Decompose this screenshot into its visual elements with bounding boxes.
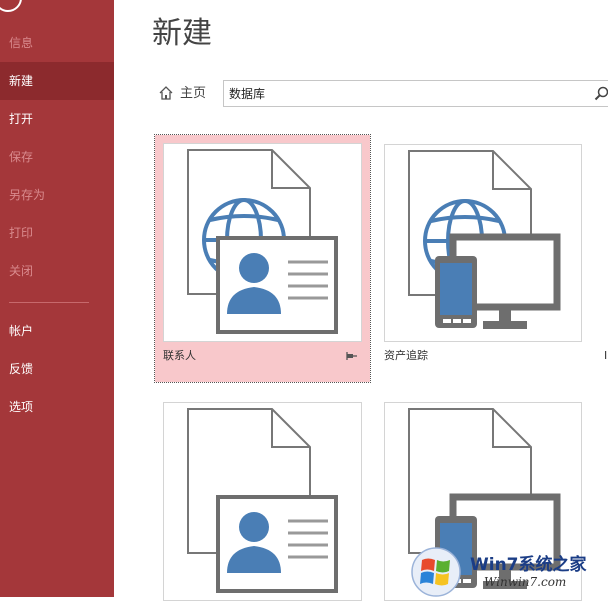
sidebar-item-new[interactable]: 新建 xyxy=(0,62,114,100)
template-tile-row2-1[interactable] xyxy=(155,394,370,601)
watermark-url: Winwin7.com xyxy=(484,575,567,589)
contacts-template-icon xyxy=(187,149,338,334)
pin-icon[interactable] xyxy=(346,351,358,361)
sidebar-item-save-as[interactable]: 另存为 xyxy=(0,176,114,214)
sidebar-item-feedback[interactable]: 反馈 xyxy=(0,350,114,388)
template-label: 资产追踪 xyxy=(384,349,428,362)
template-thumbnail xyxy=(163,143,362,342)
partial-template-label: I xyxy=(604,349,608,362)
page-title: 新建 xyxy=(152,16,212,51)
template-thumbnail xyxy=(384,144,582,342)
sidebar-item-account[interactable]: 帐户 xyxy=(0,312,114,350)
template-tile-contacts[interactable]: 联系人 xyxy=(154,134,371,383)
contacts-template-icon xyxy=(187,408,338,593)
sidebar-item-save[interactable]: 保存 xyxy=(0,138,114,176)
back-arrow-icon[interactable] xyxy=(0,0,22,12)
sidebar-item-print[interactable]: 打印 xyxy=(0,214,114,252)
backstage-sidebar: 信息 新建 打开 保存 另存为 打印 关闭 帐户 反馈 选项 xyxy=(0,0,114,597)
home-icon[interactable] xyxy=(158,85,174,101)
sidebar-item-open[interactable]: 打开 xyxy=(0,100,114,138)
watermark: Win7系统之家 Winwin7.com xyxy=(408,544,608,597)
sidebar-item-options[interactable]: 选项 xyxy=(0,388,114,426)
breadcrumb-home[interactable]: 主页 xyxy=(180,84,206,104)
asset-tracking-template-icon xyxy=(408,150,582,342)
search-icon[interactable] xyxy=(594,86,608,102)
template-search-box xyxy=(223,80,608,107)
template-label: 联系人 xyxy=(163,349,196,362)
watermark-title: Win7系统之家 xyxy=(470,555,587,575)
template-search-input[interactable] xyxy=(229,84,589,103)
sidebar-item-info[interactable]: 信息 xyxy=(0,24,114,62)
template-thumbnail xyxy=(163,402,362,601)
sidebar-item-close[interactable]: 关闭 xyxy=(0,252,114,290)
windows-logo-icon xyxy=(411,547,461,597)
template-tile-asset-tracking[interactable]: 资产追踪 xyxy=(376,135,591,382)
sidebar-divider xyxy=(9,302,89,303)
